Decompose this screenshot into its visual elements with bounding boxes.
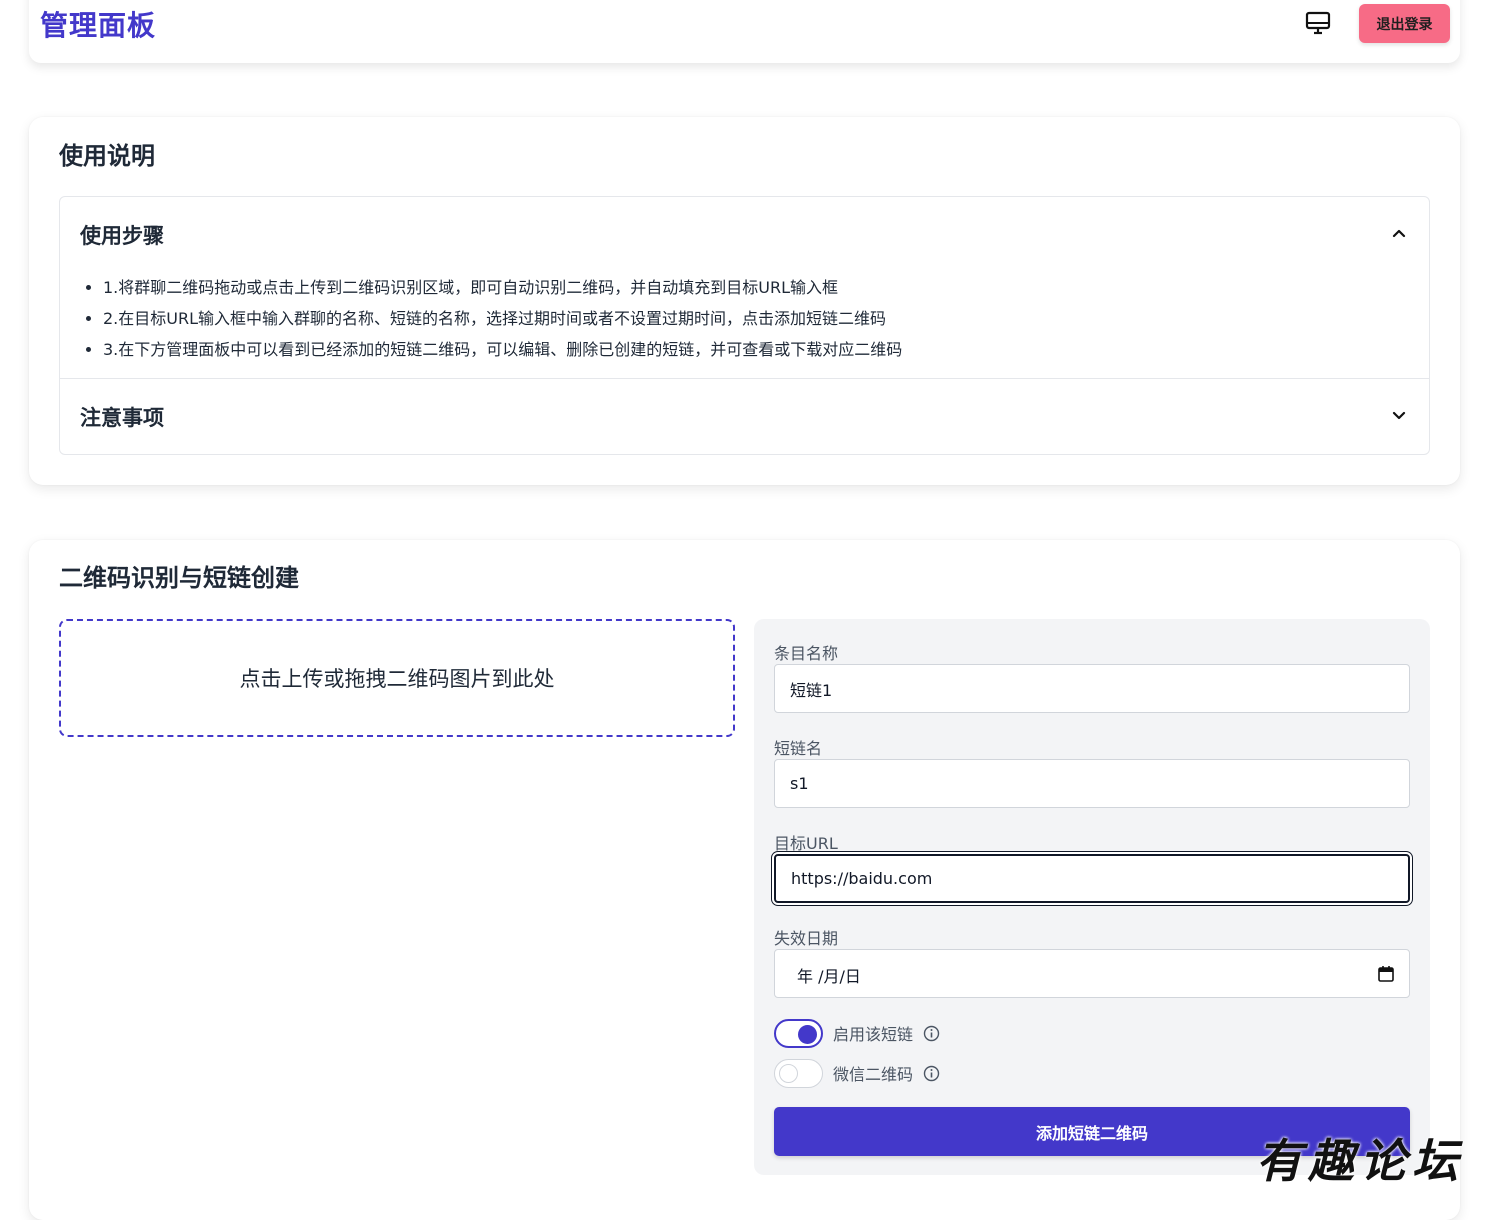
page-title: 管理面板 <box>40 9 157 42</box>
wechat-label: 微信二维码 <box>833 1065 914 1084</box>
list-item: 3.在下方管理面板中可以看到已经添加的短链二维码，可以编辑、删除已创建的短链，并… <box>103 334 902 365</box>
accordion-header-notes[interactable]: 注意事项 <box>60 379 1429 455</box>
top-header: 管理面板 退出登录 <box>29 0 1460 63</box>
enable-toggle-row: 启用该短链 <box>774 1018 1074 1048</box>
info-icon[interactable] <box>923 1025 940 1042</box>
shortlink-form: 条目名称 短链名 目标URL 失效日期 年 /月/日 启用该短链 <box>754 619 1430 1175</box>
target-url-label: 目标URL <box>774 834 838 853</box>
monitor-icon[interactable] <box>1305 10 1331 36</box>
instructions-accordion: 使用步骤 1.将群聊二维码拖动或点击上传到二维码识别区域，即可自动识别二维码，并… <box>59 196 1430 455</box>
qr-upload-dropzone[interactable]: 点击上传或拖拽二维码图片到此处 <box>59 619 735 737</box>
list-item: 1.将群聊二维码拖动或点击上传到二维码识别区域，即可自动识别二维码，并自动填充到… <box>103 272 902 303</box>
dropzone-text: 点击上传或拖拽二维码图片到此处 <box>239 667 555 691</box>
chevron-up-icon <box>1392 229 1406 238</box>
instructions-card: 使用说明 使用步骤 1.将群聊二维码拖动或点击上传到二维码识别区域，即可自动识别… <box>29 117 1460 485</box>
wechat-toggle-row: 微信二维码 <box>774 1058 1074 1088</box>
list-item: 2.在目标URL输入框中输入群聊的名称、短链的名称，选择过期时间或者不设置过期时… <box>103 303 902 334</box>
expiry-date-input[interactable]: 年 /月/日 <box>774 949 1410 998</box>
notes-title: 注意事项 <box>80 406 164 430</box>
enable-label: 启用该短链 <box>833 1025 914 1044</box>
enable-toggle[interactable] <box>774 1018 823 1048</box>
accordion-header-steps[interactable]: 使用步骤 <box>60 197 1429 271</box>
target-url-input[interactable] <box>774 854 1410 903</box>
qr-section-title: 二维码识别与短链创建 <box>59 564 299 592</box>
date-placeholder: 年 /月/日 <box>797 967 861 986</box>
short-name-label: 短链名 <box>774 739 823 758</box>
name-label: 条目名称 <box>774 644 839 663</box>
instructions-title: 使用说明 <box>59 142 155 170</box>
calendar-icon[interactable] <box>1377 965 1395 983</box>
wechat-toggle[interactable] <box>774 1058 823 1088</box>
expiry-date-label: 失效日期 <box>774 929 839 948</box>
steps-list: 1.将群聊二维码拖动或点击上传到二维码识别区域，即可自动识别二维码，并自动填充到… <box>80 272 902 365</box>
info-icon[interactable] <box>923 1065 940 1082</box>
watermark-logo: 有趣论坛 <box>1256 1134 1464 1188</box>
qr-shortlink-card: 二维码识别与短链创建 点击上传或拖拽二维码图片到此处 条目名称 短链名 目标UR… <box>29 540 1460 1220</box>
steps-title: 使用步骤 <box>80 224 164 248</box>
short-name-input[interactable] <box>774 759 1410 808</box>
logout-button[interactable]: 退出登录 <box>1359 4 1450 43</box>
chevron-down-icon <box>1392 411 1406 420</box>
name-input[interactable] <box>774 664 1410 713</box>
